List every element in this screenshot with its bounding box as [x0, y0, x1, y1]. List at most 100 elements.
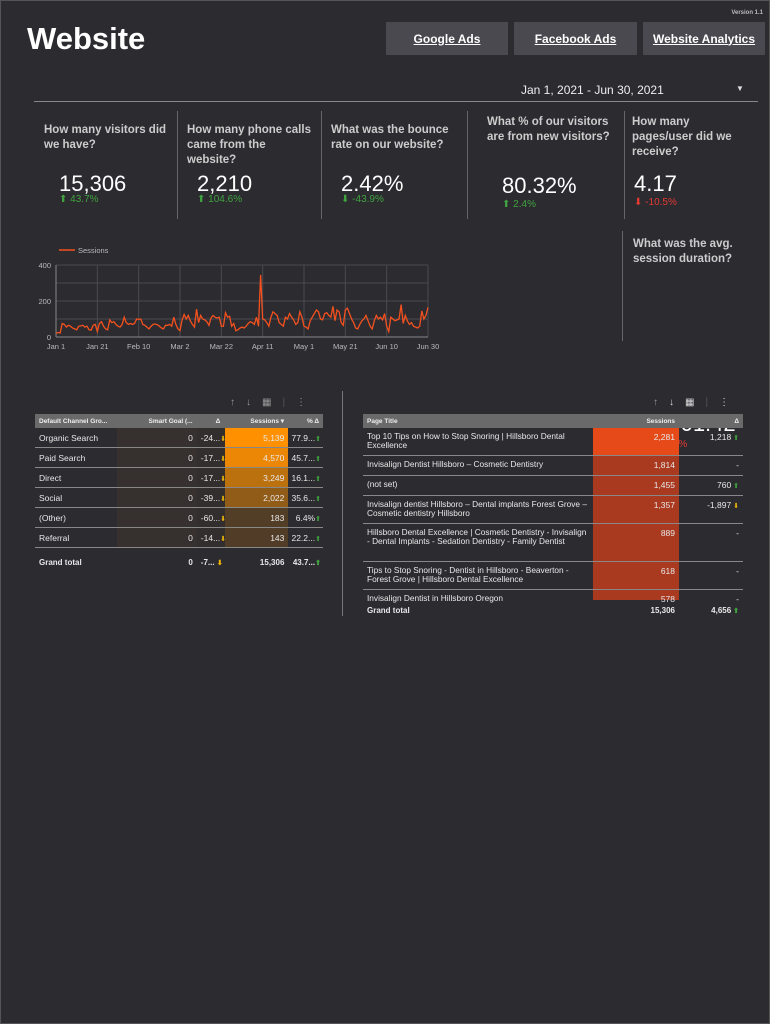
kpi-card: How many phone calls came from the websi… — [177, 111, 322, 219]
sessions-cell: 143 — [224, 528, 289, 547]
delta-cell: - — [736, 528, 739, 538]
kpi-delta-value: 104.6% — [208, 194, 243, 205]
percent-delta-cell: 6.4%⬆ — [295, 512, 321, 523]
sessions-cell: 889 — [593, 524, 679, 561]
table-row[interactable]: (not set) 1,455 760 ⬆ — [363, 476, 743, 496]
page-title-cell: Tips to Stop Snoring - Dentist in Hillsb… — [367, 565, 569, 584]
table-row[interactable]: Tips to Stop Snoring - Dentist in Hillsb… — [363, 562, 743, 590]
column-header[interactable]: Sessions — [593, 418, 679, 425]
table-row[interactable]: Paid Search 0 -17...⬇ 4,570 45.7...⬆ — [35, 448, 323, 468]
table-row[interactable]: Invisalign Dentist Hillsboro – Cosmetic … — [363, 456, 743, 476]
sessions-cell: 4,570 — [224, 448, 289, 467]
sort-down-icon[interactable]: ↓ — [246, 397, 251, 408]
page-title-cell: Invisalign Dentist Hillsboro – Cosmetic … — [367, 459, 544, 469]
arrow-up-icon: ⬆ — [315, 455, 321, 463]
column-header[interactable]: Δ — [197, 418, 225, 425]
nav-google-ads-button[interactable]: Google Ads — [386, 22, 508, 55]
total-smart-goal: 0 — [188, 557, 193, 567]
sessions-cell: 578 — [593, 590, 679, 603]
kpi-question: What was the avg. session duration? — [633, 238, 733, 265]
delta-cell: - — [736, 594, 739, 603]
more-options-icon[interactable]: ⋮ — [719, 397, 729, 408]
delta-cell: -39...⬇ — [196, 488, 225, 507]
column-header[interactable]: % Δ — [288, 418, 323, 425]
kpi-card: What was the avg. session duration? 00:0… — [622, 231, 742, 450]
kpi-question: What % of our visitors are from new visi… — [487, 116, 610, 143]
table-row[interactable]: Social 0 -39...⬇ 2,022 35.6...⬆ — [35, 488, 323, 508]
dropdown-caret-icon[interactable]: ▼ — [736, 84, 744, 93]
arrow-down-icon: ⬇ — [216, 559, 223, 567]
column-header[interactable]: Smart Goal (... — [117, 418, 197, 425]
y-tick-label: 0 — [47, 333, 51, 342]
sort-up-icon[interactable]: ↑ — [653, 397, 658, 408]
total-label: Grand total — [39, 557, 82, 567]
kpi-question: How many phone calls came from the websi… — [187, 124, 311, 166]
x-tick-label: Apr 11 — [252, 342, 274, 351]
table-row[interactable]: Direct 0 -17...⬇ 3,249 16.1...⬆ — [35, 468, 323, 488]
delta-cell: - — [736, 566, 739, 576]
table-row[interactable]: Organic Search 0 -24...⬇ 5,139 77.9...⬆ — [35, 428, 323, 448]
total-percent-delta: 43.7...⬆ — [292, 557, 321, 567]
arrow-up-icon: ⬆ — [731, 607, 739, 615]
arrow-up-icon: ⬆ — [315, 535, 321, 543]
table-header: Page Title Sessions Δ — [363, 414, 743, 428]
table-row[interactable]: (Other) 0 -60...⬇ 183 6.4%⬆ — [35, 508, 323, 528]
x-tick-label: Jun 30 — [417, 342, 440, 351]
grand-total-row: Grand total 15,306 4,656 ⬆ — [363, 603, 743, 617]
more-options-icon[interactable]: ⋮ — [296, 397, 306, 408]
sessions-cell: 2,022 — [224, 488, 289, 507]
table-row[interactable]: Invisalign dentist Hillsboro – Dental im… — [363, 496, 743, 524]
sessions-cell: 5,139 — [224, 428, 289, 447]
table-header: Default Channel Gro... Smart Goal (... Δ Se… — [35, 414, 323, 428]
kpi-delta-value: 43.7% — [70, 194, 99, 205]
chart-settings-icon[interactable]: ▦ — [262, 397, 271, 408]
column-header[interactable]: Default Channel Gro... — [35, 418, 117, 425]
table-body[interactable]: Top 10 Tips on How to Stop Snoring | Hil… — [363, 428, 743, 603]
page-title: Website — [27, 21, 146, 56]
legend-label: Sessions — [78, 246, 109, 255]
sort-up-icon[interactable]: ↑ — [230, 397, 235, 408]
sessions-cell: 1,455 — [593, 476, 679, 495]
x-tick-label: Mar 2 — [170, 342, 189, 351]
sessions-cell: 1,814 — [593, 456, 679, 475]
sort-down-icon[interactable]: ↓ — [669, 397, 674, 408]
chart-settings-icon[interactable]: ▦ — [685, 397, 694, 408]
column-header[interactable]: Page Title — [363, 418, 593, 425]
nav-website-analytics-button[interactable]: Website Analytics — [643, 22, 765, 55]
kpi-delta: ⬇ -10.5% — [634, 197, 677, 208]
table-row[interactable]: Hillsboro Dental Excellence | Cosmetic D… — [363, 524, 743, 562]
total-sessions: 15,306 — [259, 557, 285, 567]
column-header[interactable]: Sessions ▾ — [224, 417, 288, 425]
arrow-down-icon: ⬇ — [341, 194, 350, 205]
channel-cell: Direct — [39, 472, 62, 483]
sessions-line-chart: Jan 1 Jan 21 Feb 10 Mar 2 Mar 22 Apr 11 May 1 M… — [38, 246, 440, 351]
x-tick-label: Jan 1 — [47, 342, 65, 351]
total-delta: -7... ⬇ — [200, 557, 223, 567]
arrow-up-icon: ⬆ — [315, 515, 321, 523]
channel-cell: Social — [39, 492, 63, 503]
page-title-cell: Hillsboro Dental Excellence | Cosmetic D… — [367, 527, 587, 546]
total-sessions: 15,306 — [650, 605, 675, 615]
kpi-card: What was the bounce rate on our website?… — [321, 111, 468, 219]
page-title-cell: Invisalign Dentist in Hillsboro Oregon — [367, 593, 504, 603]
column-header[interactable]: Δ — [679, 418, 743, 425]
x-tick-label: May 21 — [333, 342, 358, 351]
channel-cell: Organic Search — [39, 432, 99, 443]
total-label: Grand total — [367, 605, 410, 615]
delta-cell: -60...⬇ — [196, 508, 225, 527]
date-range-picker[interactable]: Jan 1, 2021 - Jun 30, 2021 — [521, 83, 664, 97]
kpi-question: How many pages/user did we receive? — [632, 116, 732, 158]
table-row[interactable]: Invisalign Dentist in Hillsboro Oregon 5… — [363, 590, 743, 603]
kpi-delta-value: -10.5% — [645, 197, 677, 208]
kpi-delta: ⬆ 104.6% — [197, 194, 242, 205]
table-row[interactable]: Top 10 Tips on How to Stop Snoring | Hil… — [363, 428, 743, 456]
smart-goal-cell: 0 — [116, 508, 197, 527]
smart-goal-cell: 0 — [116, 428, 197, 447]
nav-facebook-ads-button[interactable]: Facebook Ads — [514, 22, 637, 55]
arrow-up-icon: ⬆ — [315, 475, 321, 483]
percent-delta-cell: 35.6...⬆ — [291, 492, 321, 503]
channel-table: Default Channel Gro... Smart Goal (... Δ Se… — [35, 414, 323, 576]
kpi-delta: ⬇ -43.9% — [341, 194, 384, 205]
table-row[interactable]: Referral 0 -14...⬇ 143 22.2...⬆ — [35, 528, 323, 548]
y-tick-label: 400 — [38, 261, 51, 270]
